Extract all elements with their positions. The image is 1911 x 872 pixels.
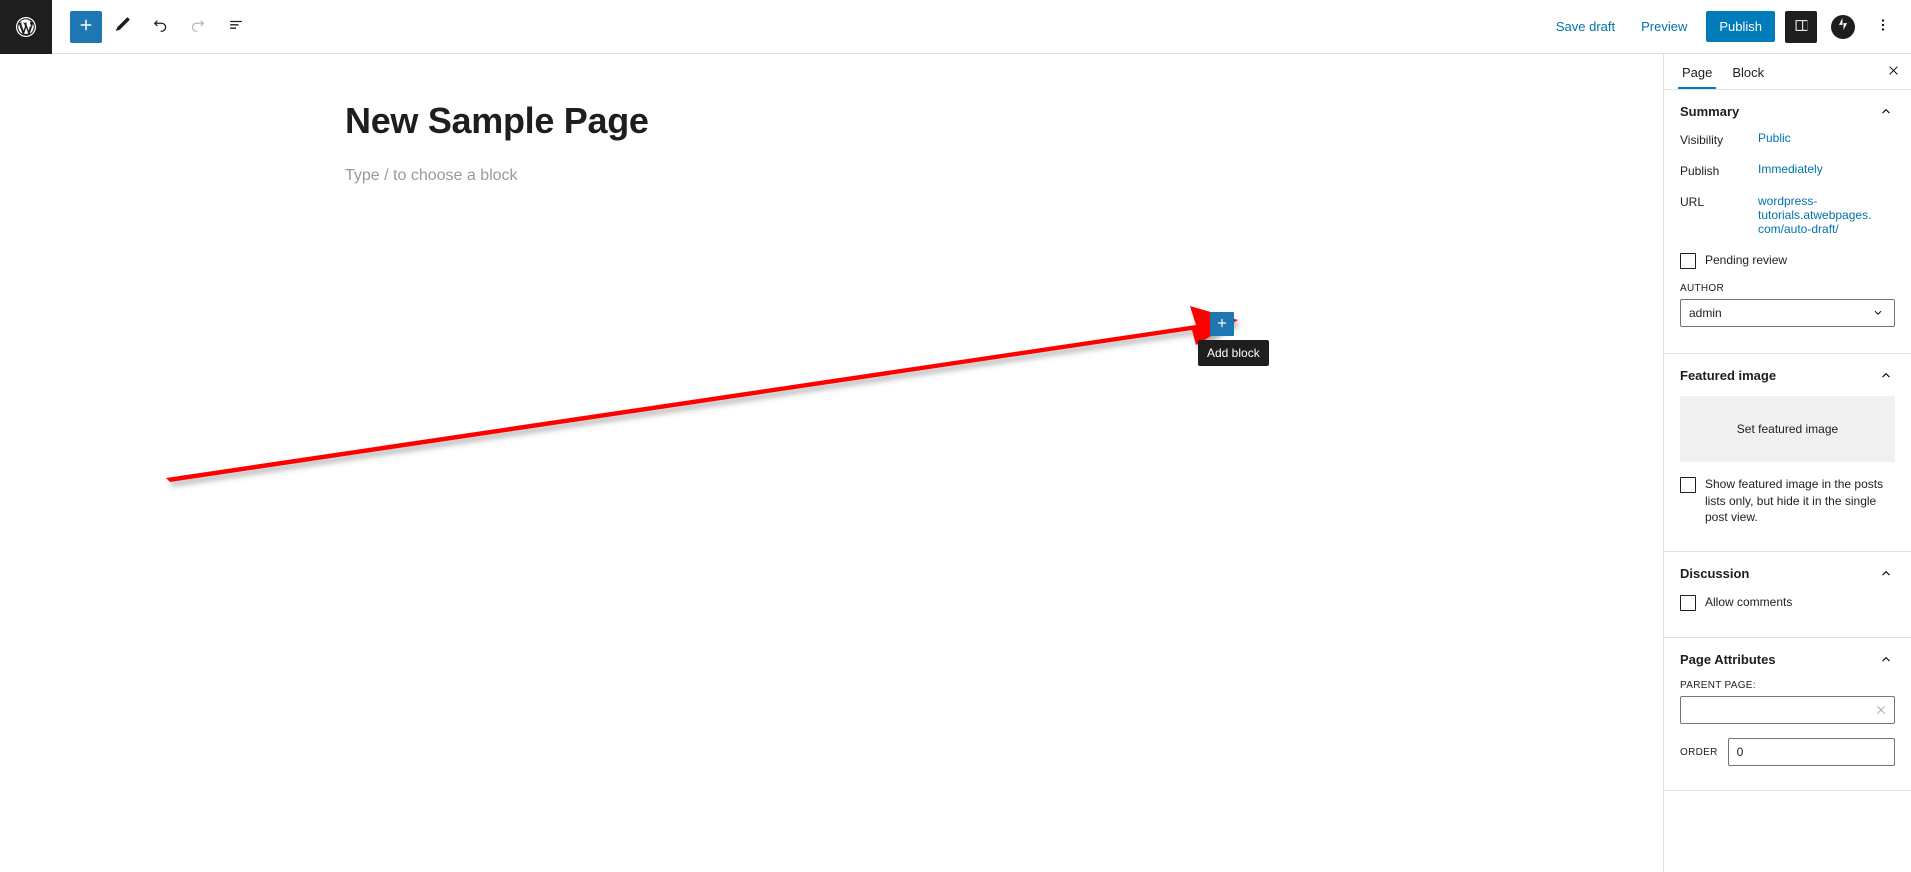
show-featured-in-lists-checkbox[interactable]	[1680, 477, 1696, 494]
set-featured-image-button[interactable]: Set featured image	[1680, 396, 1895, 463]
author-select[interactable]: admin	[1680, 299, 1895, 328]
close-sidebar-button[interactable]	[1879, 58, 1907, 86]
url-value[interactable]: wordpress-tutorials.atwebpages.com/auto-…	[1758, 194, 1874, 236]
undo-button[interactable]	[142, 9, 178, 45]
summary-row-publish: Publish Immediately	[1680, 162, 1895, 178]
list-view-button[interactable]	[218, 9, 254, 45]
visibility-label: Visibility	[1680, 133, 1724, 147]
wordpress-logo-icon	[14, 15, 38, 39]
sidebar-tabs: Page Block	[1664, 54, 1911, 90]
tab-page[interactable]: Page	[1672, 56, 1722, 89]
close-icon	[1886, 63, 1901, 81]
panel-featured-image-title: Featured image	[1680, 367, 1777, 383]
panel-discussion-title: Discussion	[1680, 565, 1750, 581]
wordpress-logo-button[interactable]	[0, 0, 52, 54]
jetpack-icon	[1834, 15, 1852, 38]
close-icon[interactable]	[1874, 703, 1888, 717]
allow-comments-checkbox[interactable]	[1680, 595, 1696, 612]
redo-button[interactable]	[180, 9, 216, 45]
save-draft-button[interactable]: Save draft	[1545, 12, 1626, 41]
publish-label: Publish	[1680, 164, 1720, 178]
publish-value[interactable]: Immediately	[1758, 162, 1823, 177]
pencil-icon	[112, 15, 132, 38]
page-title-input[interactable]: New Sample Page	[345, 99, 649, 142]
editor-canvas: New Sample Page Type / to choose a block…	[0, 54, 1663, 872]
parent-page-input[interactable]	[1680, 696, 1895, 725]
panel-summary: Summary Visibility Public Publish Immedi…	[1664, 90, 1911, 355]
allow-comments-label: Allow comments	[1705, 595, 1793, 610]
kebab-menu-icon	[1874, 16, 1892, 37]
panel-summary-title: Summary	[1680, 103, 1740, 119]
chevron-down-icon	[1870, 305, 1886, 321]
panel-discussion: Discussion Allow comments	[1664, 552, 1911, 639]
author-selected-value: admin	[1689, 306, 1722, 321]
order-input[interactable]: 0	[1727, 738, 1895, 767]
url-label: URL	[1680, 195, 1705, 209]
chevron-up-icon	[1877, 650, 1895, 668]
summary-row-visibility: Visibility Public	[1680, 131, 1895, 147]
panel-page-attributes-header[interactable]: Page Attributes	[1680, 638, 1895, 680]
redo-arrow-icon	[188, 15, 208, 38]
publish-button[interactable]: Publish	[1706, 11, 1775, 42]
list-view-icon	[226, 15, 246, 38]
block-placeholder-input[interactable]: Type / to choose a block	[345, 167, 518, 185]
editor-tools-group	[70, 9, 254, 45]
panel-summary-header[interactable]: Summary	[1680, 90, 1895, 132]
pending-review-label: Pending review	[1705, 253, 1788, 268]
pending-review-row: Pending review	[1680, 252, 1895, 270]
allow-comments-row: Allow comments	[1680, 594, 1895, 612]
panel-discussion-header[interactable]: Discussion	[1680, 552, 1895, 594]
annotation-arrow	[166, 306, 1238, 482]
editor-options-button[interactable]	[1867, 11, 1899, 43]
settings-sidebar: Page Block Summary Visibility Public Pub…	[1663, 54, 1911, 872]
chevron-up-icon	[1877, 366, 1895, 384]
order-label: ORDER	[1680, 746, 1718, 758]
tab-block[interactable]: Block	[1722, 56, 1774, 88]
add-block-tooltip: Add block	[1198, 340, 1269, 366]
visibility-value[interactable]: Public	[1758, 131, 1791, 146]
undo-arrow-icon	[150, 15, 170, 38]
panel-featured-image: Featured image Set featured image Show f…	[1664, 354, 1911, 553]
summary-row-url: URL wordpress-tutorials.atwebpages.com/a…	[1680, 194, 1895, 236]
settings-sidebar-toggle-button[interactable]	[1785, 10, 1817, 43]
jetpack-avatar-button[interactable]	[1831, 14, 1855, 39]
add-block-toggle-button[interactable]	[70, 10, 102, 43]
parent-page-label: PARENT PAGE:	[1680, 680, 1756, 692]
panel-featured-image-header[interactable]: Featured image	[1680, 354, 1895, 396]
show-featured-in-lists-label: Show featured image in the posts lists o…	[1705, 477, 1884, 524]
panel-page-attributes: Page Attributes PARENT PAGE: ORDER 0	[1664, 638, 1911, 792]
show-featured-in-lists-row: Show featured image in the posts lists o…	[1680, 476, 1895, 525]
author-label: AUTHOR	[1680, 283, 1725, 295]
preview-button[interactable]: Preview	[1630, 12, 1698, 41]
editor-top-bar: Save draft Preview Publish	[0, 0, 1911, 54]
pending-review-checkbox[interactable]	[1680, 253, 1696, 270]
chevron-up-icon	[1877, 102, 1895, 120]
top-bar-actions: Save draft Preview Publish	[1545, 10, 1911, 43]
sidebar-panel-icon	[1792, 16, 1811, 38]
add-block-inserter: Add block	[1198, 312, 1269, 366]
tools-pencil-button[interactable]	[104, 9, 140, 45]
panel-page-attributes-title: Page Attributes	[1680, 651, 1776, 667]
plus-icon	[1215, 316, 1229, 333]
chevron-up-icon	[1877, 564, 1895, 582]
add-block-button[interactable]	[1210, 312, 1234, 336]
plus-icon	[77, 16, 95, 37]
order-row: ORDER 0	[1680, 738, 1895, 767]
